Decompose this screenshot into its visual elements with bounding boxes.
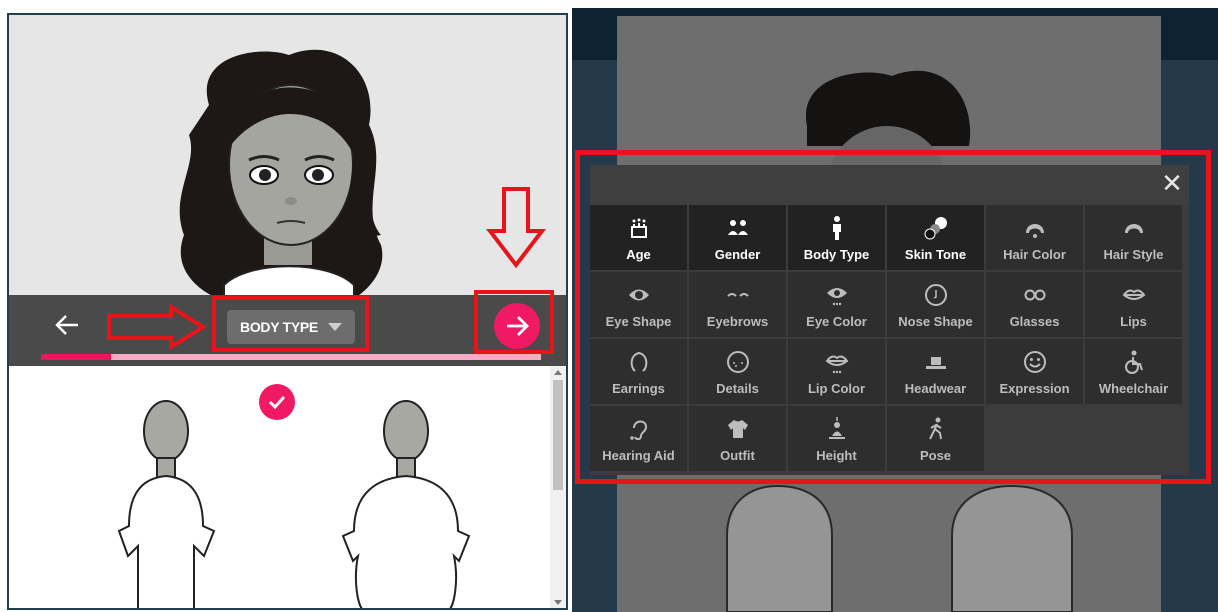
selected-check-badge <box>259 384 295 420</box>
annotation-box-dropdown <box>212 296 369 352</box>
body-type-option-slim[interactable] <box>117 400 216 610</box>
check-icon <box>268 395 286 410</box>
scrollbar[interactable] <box>550 366 566 608</box>
back-button[interactable] <box>50 309 84 341</box>
annotation-box-next <box>474 290 554 354</box>
progress-fill <box>41 354 111 360</box>
avatar-editor-panel: BODY TYPE <box>7 13 568 610</box>
annotation-arrow-down <box>486 187 546 269</box>
annotation-box-menu <box>575 150 1211 484</box>
progress-track <box>41 354 541 360</box>
arrow-left-icon <box>55 315 78 335</box>
avatar-preview <box>9 15 566 306</box>
body-type-option-full[interactable] <box>341 400 471 610</box>
scroll-down-arrow-icon[interactable] <box>554 600 562 605</box>
avatar-illustration <box>179 49 383 306</box>
scroll-up-arrow-icon[interactable] <box>554 370 562 375</box>
scrollbar-thumb[interactable] <box>553 380 563 490</box>
annotation-arrow-right <box>107 304 207 350</box>
